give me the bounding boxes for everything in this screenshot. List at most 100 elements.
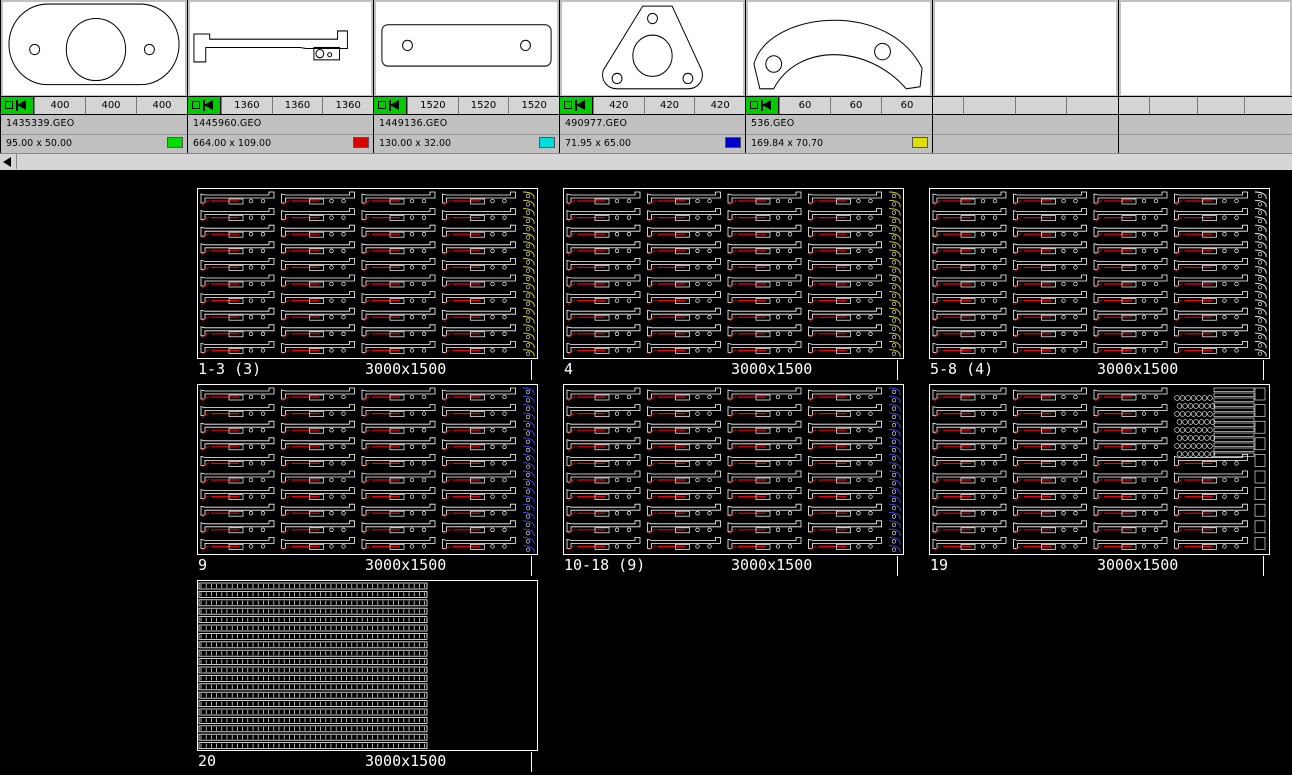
part-dimensions: 130.00 x 32.00	[379, 138, 452, 149]
quantity-cell[interactable]: 420	[643, 97, 695, 114]
sheet-caption: 4 3000x1500	[563, 360, 904, 380]
sheet-range-label: 5-8 (4)	[930, 360, 994, 378]
empty-part-slot[interactable]	[932, 0, 1118, 153]
sheet-caption-divider	[531, 752, 532, 772]
part-card[interactable]: 420 420 420 490977.GEO 71.95 x 65.00	[559, 0, 745, 153]
part-card[interactable]: 60 60 60 536.GEO 169.84 x 70.70	[745, 0, 932, 153]
quantity-cell[interactable]: 420	[593, 97, 644, 114]
sheet-range-label: 10-18 (9)	[564, 556, 646, 574]
nesting-sheet[interactable]: 5-8 (4) 3000x1500	[929, 188, 1270, 380]
nesting-sheet[interactable]: 4 3000x1500	[563, 188, 904, 380]
part-dimensions-row: 95.00 x 50.00	[1, 134, 187, 153]
part-status-icon[interactable]	[374, 97, 407, 114]
part-card[interactable]: 1520 1520 1520 1449136.GEO 130.00 x 32.00	[373, 0, 559, 153]
part-status-icon[interactable]	[1, 97, 34, 114]
part-color-swatch[interactable]	[167, 137, 183, 148]
part-dimensions: 71.95 x 65.00	[565, 138, 632, 149]
sheet-range-label: 1-3 (3)	[198, 360, 262, 378]
sheet-layout[interactable]	[197, 384, 538, 555]
part-color-swatch[interactable]	[912, 137, 928, 148]
part-preview[interactable]	[190, 2, 371, 95]
sheet-caption: 10-18 (9) 3000x1500	[563, 556, 904, 576]
sheet-layout[interactable]	[197, 188, 538, 359]
quantity-row: 1360 1360 1360	[188, 96, 373, 115]
part-dimensions: 169.84 x 70.70	[751, 138, 824, 149]
quantity-cell[interactable]: 60	[779, 97, 830, 114]
sheet-layout[interactable]	[929, 384, 1270, 555]
part-color-swatch[interactable]	[539, 137, 555, 148]
sheet-range-label: 19	[930, 556, 949, 574]
horizontal-scrollbar[interactable]	[0, 153, 1292, 170]
part-card[interactable]: 400 400 400 1435339.GEO 95.00 x 50.00	[0, 0, 187, 153]
part-filename: 1435339.GEO	[6, 118, 75, 129]
quantity-cell[interactable]: 1360	[271, 97, 323, 114]
quantity-cell[interactable]: 400	[34, 97, 85, 114]
quantity-cell[interactable]: 420	[694, 97, 745, 114]
sheet-size-label: 3000x1500	[1097, 360, 1179, 378]
part-preview[interactable]	[562, 2, 743, 95]
scrollbar-divider	[16, 154, 17, 169]
part-status-icon[interactable]	[188, 97, 221, 114]
nesting-sheet[interactable]: 10-18 (9) 3000x1500	[563, 384, 904, 576]
part-dimensions-row: 71.95 x 65.00	[560, 134, 745, 153]
sheet-caption-divider	[531, 360, 532, 380]
sheet-layout[interactable]	[563, 188, 904, 359]
part-dimensions-row	[1119, 134, 1292, 153]
part-preview[interactable]	[376, 2, 557, 95]
sheet-size-label: 3000x1500	[1097, 556, 1179, 574]
sheet-caption: 1-3 (3) 3000x1500	[197, 360, 538, 380]
quantity-row	[933, 96, 1118, 115]
part-dimensions-row: 130.00 x 32.00	[374, 134, 559, 153]
sheet-layout[interactable]	[197, 580, 538, 751]
part-dimensions-row: 169.84 x 70.70	[746, 134, 932, 153]
sheet-caption-divider	[897, 556, 898, 576]
quantity-cell[interactable]: 60	[830, 97, 881, 114]
sheet-caption-divider	[1263, 360, 1264, 380]
sheet-caption-divider	[1263, 556, 1264, 576]
part-status-icon[interactable]	[746, 97, 779, 114]
part-dimensions: 664.00 x 109.00	[193, 138, 272, 149]
quantity-cell[interactable]: 400	[85, 97, 136, 114]
part-filename: 490977.GEO	[565, 118, 628, 129]
sheet-size-label: 3000x1500	[365, 360, 447, 378]
part-card[interactable]: 1360 1360 1360 1445960.GEO 664.00 x 109.00	[187, 0, 373, 153]
part-filename: 536.GEO	[751, 118, 795, 129]
nesting-sheet[interactable]: 20 3000x1500	[197, 580, 538, 772]
nesting-sheet-area: 1-3 (3) 3000x1500 4 3000x1500 5-8 (4) 3000x15…	[0, 170, 1292, 775]
quantity-cell[interactable]: 400	[136, 97, 187, 114]
sheet-size-label: 3000x1500	[365, 556, 447, 574]
sheet-layout[interactable]	[929, 188, 1270, 359]
nesting-sheet[interactable]: 19 3000x1500	[929, 384, 1270, 576]
part-color-swatch[interactable]	[725, 137, 741, 148]
sheet-size-label: 3000x1500	[365, 752, 447, 770]
quantity-cell[interactable]: 1520	[457, 97, 509, 114]
sheet-caption-divider	[531, 556, 532, 576]
nesting-sheet[interactable]: 9 3000x1500	[197, 384, 538, 576]
sheet-caption: 5-8 (4) 3000x1500	[929, 360, 1270, 380]
part-filename: 1449136.GEO	[379, 118, 448, 129]
part-color-swatch[interactable]	[353, 137, 369, 148]
part-dimensions-row: 664.00 x 109.00	[188, 134, 373, 153]
quantity-cell[interactable]: 60	[881, 97, 932, 114]
empty-preview[interactable]	[935, 2, 1116, 95]
sheet-size-label: 3000x1500	[731, 556, 813, 574]
part-status-icon[interactable]	[560, 97, 593, 114]
parts-panel: 400 400 400 1435339.GEO 95.00 x 50.00 1360 13…	[0, 0, 1292, 153]
sheet-range-label: 9	[198, 556, 208, 574]
part-filename: 1445960.GEO	[193, 118, 262, 129]
quantity-cell[interactable]: 1360	[322, 97, 373, 114]
part-preview[interactable]	[748, 2, 930, 95]
quantity-row: 400 400 400	[1, 96, 187, 115]
nesting-sheet[interactable]: 1-3 (3) 3000x1500	[197, 188, 538, 380]
quantity-cell[interactable]: 1520	[407, 97, 458, 114]
part-preview[interactable]	[3, 2, 185, 95]
empty-part-slot[interactable]	[1118, 0, 1292, 153]
sheet-size-label: 3000x1500	[731, 360, 813, 378]
empty-preview[interactable]	[1121, 2, 1290, 95]
sheet-caption: 19 3000x1500	[929, 556, 1270, 576]
part-dimensions: 95.00 x 50.00	[6, 138, 73, 149]
scroll-left-arrow-icon[interactable]	[3, 157, 11, 167]
quantity-cell[interactable]: 1520	[508, 97, 559, 114]
sheet-layout[interactable]	[563, 384, 904, 555]
quantity-cell[interactable]: 1360	[221, 97, 272, 114]
